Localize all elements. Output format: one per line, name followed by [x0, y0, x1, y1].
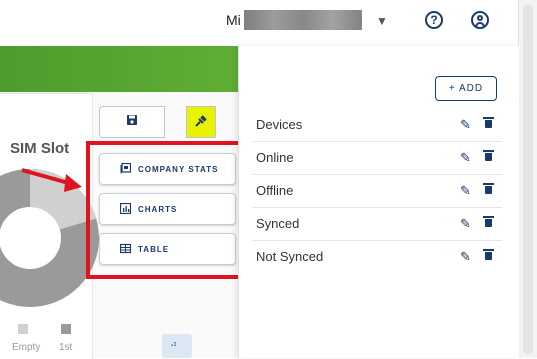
- legend-swatch-1st: [61, 324, 71, 334]
- stat-row-online: Online ✎: [252, 141, 502, 175]
- legend-swatch-empty: [18, 324, 28, 334]
- pin-button[interactable]: [186, 106, 216, 138]
- stat-label: Synced: [256, 216, 300, 231]
- scrollbar-thumb[interactable]: [523, 4, 533, 354]
- stat-label: Devices: [256, 117, 303, 132]
- account-circle-icon[interactable]: [471, 11, 489, 29]
- edit-icon[interactable]: ✎: [460, 216, 471, 232]
- delete-icon[interactable]: [483, 117, 494, 128]
- stat-row-synced: Synced ✎: [252, 207, 502, 241]
- widget-title: SIM Slot: [10, 140, 70, 157]
- page-scrollbar[interactable]: [518, 0, 537, 358]
- stat-label: Online: [256, 150, 294, 165]
- annotation-highlight-box: [86, 141, 244, 279]
- save-icon: [100, 114, 164, 129]
- delete-icon[interactable]: [483, 216, 494, 227]
- stat-row-devices: Devices ✎: [252, 108, 502, 142]
- dashboard-banner: [0, 46, 238, 92]
- save-button[interactable]: [99, 106, 165, 138]
- help-circle-icon[interactable]: ?: [425, 11, 443, 29]
- pin-icon: [187, 114, 215, 131]
- delete-icon[interactable]: [483, 183, 494, 194]
- stat-label: Offline: [256, 183, 294, 198]
- annotation-arrow-icon: [21, 168, 82, 192]
- edit-icon[interactable]: ✎: [460, 183, 471, 199]
- legend-label-1st: 1st: [59, 342, 73, 353]
- stat-row-not-synced: Not Synced ✎: [252, 240, 502, 273]
- delete-icon[interactable]: [483, 249, 494, 260]
- add-stat-label: + ADD: [448, 83, 484, 94]
- user-name[interactable]: Mi: [226, 12, 241, 28]
- delete-icon[interactable]: [483, 150, 494, 161]
- edit-icon[interactable]: ✎: [460, 249, 471, 265]
- resize-handle-icon[interactable]: ⠴: [162, 334, 192, 358]
- stat-row-offline: Offline ✎: [252, 174, 502, 208]
- user-name-redacted: [244, 10, 362, 30]
- stat-label: Not Synced: [256, 249, 324, 264]
- add-stat-button[interactable]: + ADD: [435, 76, 497, 101]
- chevron-down-icon[interactable]: ▼: [376, 14, 388, 28]
- edit-icon[interactable]: ✎: [460, 117, 471, 133]
- edit-icon[interactable]: ✎: [460, 150, 471, 166]
- legend-label-empty: Empty: [12, 342, 41, 353]
